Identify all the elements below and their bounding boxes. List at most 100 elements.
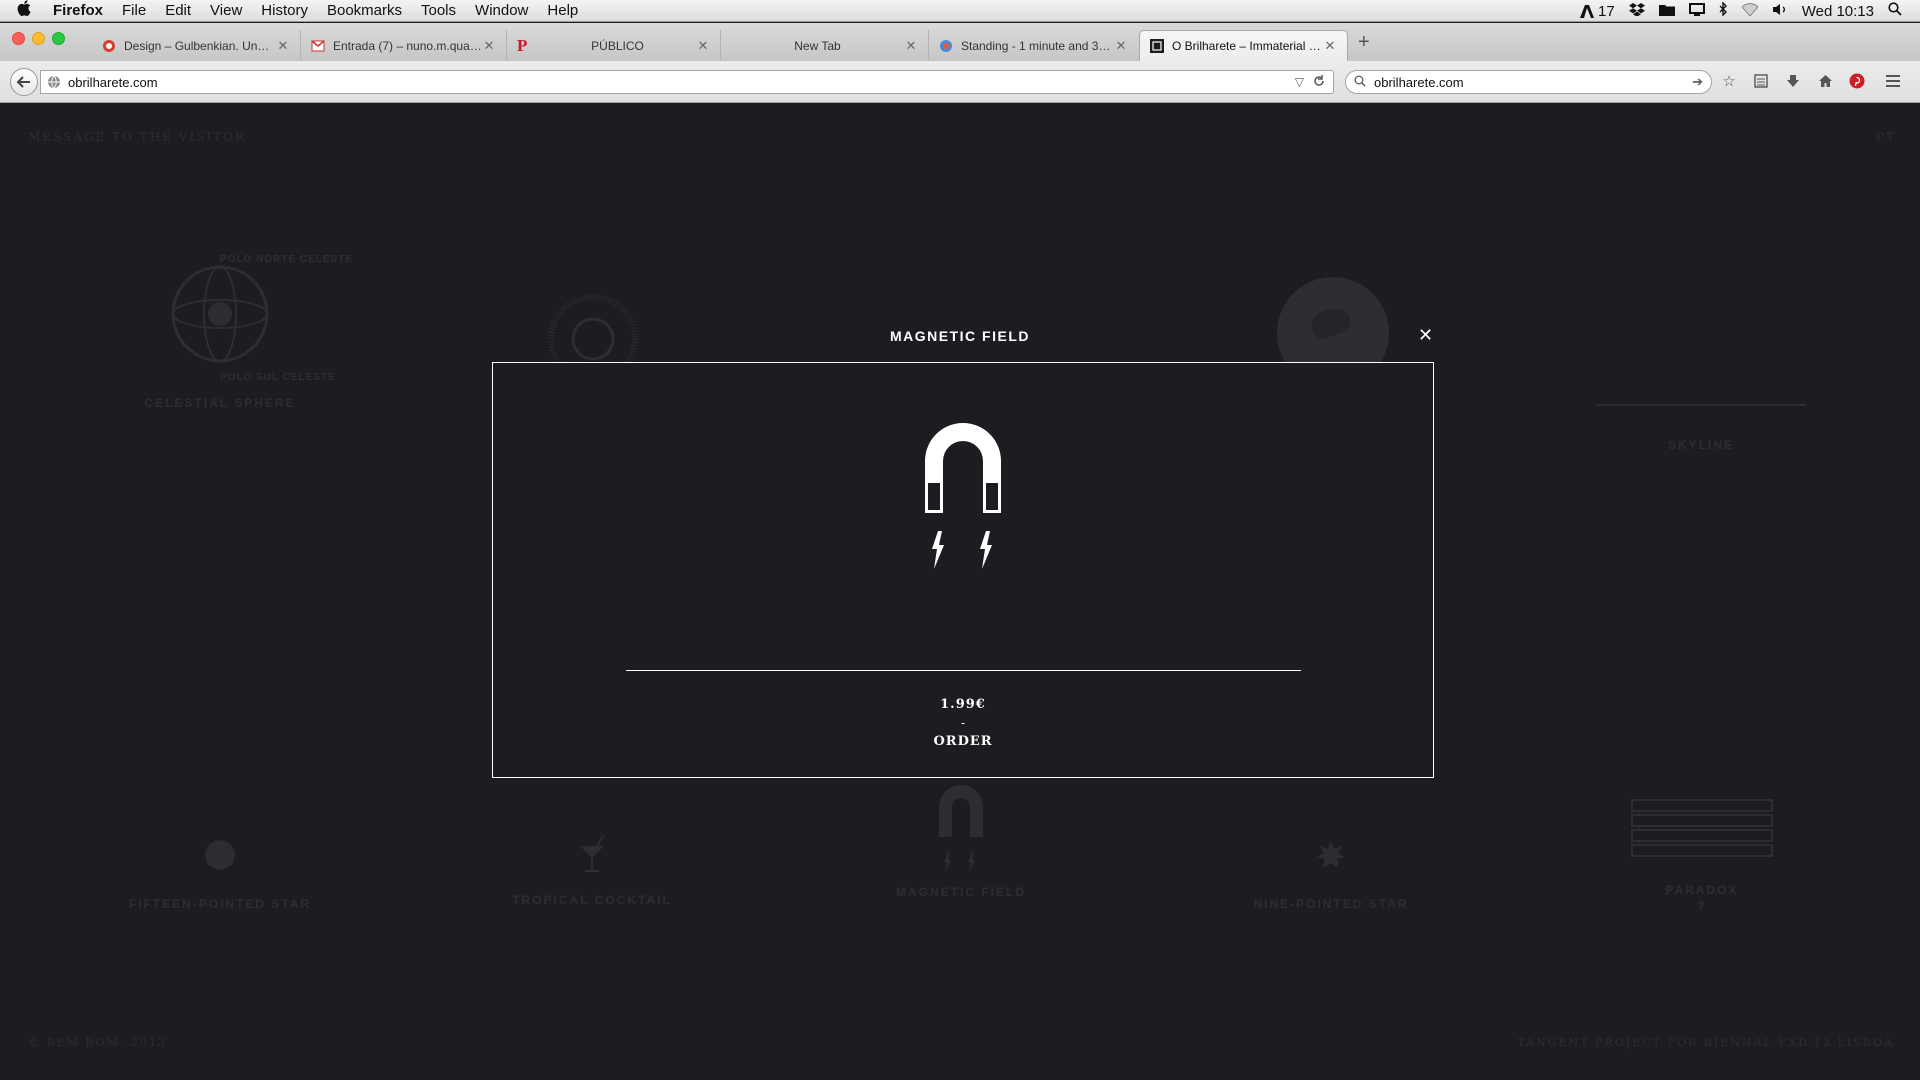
tropical-cocktail-label: TROPICAL COCKTAIL <box>512 893 672 907</box>
menu-view[interactable]: View <box>210 2 242 19</box>
menu-tools[interactable]: Tools <box>421 2 456 19</box>
tab-brilharete[interactable]: O Brilharete – Immaterial … ✕ <box>1139 30 1348 61</box>
fifteen-pointed-star-icon <box>205 840 235 870</box>
url-dropdown-icon[interactable]: ▽ <box>1295 75 1304 90</box>
tab-standing[interactable]: Standing - 1 minute and 3… ✕ <box>928 30 1138 61</box>
tab-gulbenkian[interactable]: Design – Gulbenkian. Unp… ✕ <box>92 30 300 61</box>
standing-icon <box>940 39 952 52</box>
spotlight-icon[interactable] <box>1888 2 1902 20</box>
nine-pointed-star-icon <box>1317 841 1345 868</box>
adobe-icon[interactable]: 17 <box>1580 3 1615 20</box>
window-minimize-button[interactable] <box>32 32 45 45</box>
window-close-button[interactable] <box>12 32 25 45</box>
back-button[interactable] <box>10 68 38 96</box>
bookmarks-list-icon[interactable] <box>1752 72 1770 90</box>
site-identity-icon[interactable] <box>47 75 61 89</box>
downloads-icon[interactable] <box>1784 72 1802 90</box>
globe-icon <box>1277 277 1389 389</box>
magnetic-field-bg-icon <box>939 785 983 872</box>
web-page: MESSAGE TO THE VISITOR PT POLO NORTE CEL… <box>0 104 1920 1080</box>
tab-publico[interactable]: P PÚBLICO ✕ <box>506 30 720 61</box>
brilharete-icon <box>1150 39 1164 53</box>
search-bar[interactable]: obrilharete.com ➔ <box>1345 70 1712 94</box>
tab-close-icon[interactable]: ✕ <box>696 38 710 54</box>
tab-new-tab[interactable]: New Tab ✕ <box>720 30 928 61</box>
item-globe[interactable] <box>1276 276 1390 389</box>
menu-hamburger-icon[interactable] <box>1884 72 1902 90</box>
tab-title: Design – Gulbenkian. Unp… <box>124 38 276 53</box>
publico-icon: P <box>517 35 528 55</box>
celestial-sphere-label: CELESTIAL SPHERE <box>144 396 296 410</box>
paradox-icon <box>1631 799 1773 857</box>
modal-title: MAGNETIC FIELD <box>890 328 1030 344</box>
menu-help[interactable]: Help <box>547 2 578 19</box>
gulbenkian-icon <box>103 39 115 52</box>
tab-title: PÚBLICO <box>591 38 644 53</box>
order-button[interactable]: ORDER <box>493 734 1433 749</box>
new-tab-button[interactable]: + <box>1358 31 1370 54</box>
tab-title: New Tab <box>794 38 841 53</box>
search-input[interactable]: obrilharete.com <box>1374 75 1692 90</box>
app-menu-firefox[interactable]: Firefox <box>53 2 103 19</box>
back-arrow-icon <box>17 76 30 88</box>
status-area: 17 Wed 10:13 <box>1580 0 1902 22</box>
nine-pointed-star-label: NINE-POINTED STAR <box>1253 897 1409 911</box>
tab-close-icon[interactable]: ✕ <box>904 38 918 54</box>
modal-divider <box>626 670 1301 671</box>
tab-strip: Design – Gulbenkian. Unp… ✕ Entrada (7) … <box>0 23 1920 61</box>
bookmark-star-icon[interactable]: ☆ <box>1720 72 1738 90</box>
modal-close-icon[interactable]: ✕ <box>1418 326 1433 344</box>
tab-close-icon[interactable]: ✕ <box>276 38 290 54</box>
menu-bookmarks[interactable]: Bookmarks <box>327 2 402 19</box>
url-text[interactable]: obrilharete.com <box>68 75 1295 90</box>
paradox-label: PARADOX <box>1665 883 1739 897</box>
item-fifteen-pointed-star[interactable]: FIFTEEN-POINTED STAR <box>120 840 320 911</box>
bluetooth-icon[interactable] <box>1719 1 1728 20</box>
item-nine-pointed-star[interactable]: NINE-POINTED STAR <box>1231 840 1431 911</box>
tab-close-icon[interactable]: ✕ <box>1114 38 1128 54</box>
item-magnetic-field[interactable]: MAGNETIC FIELD <box>861 782 1061 899</box>
item-paradox[interactable]: PARADOX ? <box>1630 798 1774 913</box>
celestial-south-label: POLO SUL CELESTE <box>220 372 336 383</box>
footer-project-credit[interactable]: TANGENT PROJECT FOR BIENNAL EXD'13 LISBO… <box>1518 1036 1895 1049</box>
menubar: Firefox File Edit View History Bookmarks… <box>0 0 1920 22</box>
skyline-line <box>1596 404 1806 406</box>
language-link-pt[interactable]: PT <box>1876 130 1896 144</box>
tab-title: Entrada (7) – nuno.m.qua… <box>333 38 482 53</box>
search-go-icon[interactable]: ➔ <box>1692 74 1703 90</box>
item-tropical-cocktail[interactable]: TROPICAL COCKTAIL <box>492 834 692 907</box>
tab-title: O Brilharete – Immaterial … <box>1172 39 1321 53</box>
home-icon[interactable] <box>1816 72 1834 90</box>
volume-icon[interactable] <box>1772 3 1788 20</box>
item-skyline[interactable]: SKYLINE <box>1596 404 1806 454</box>
search-icon <box>1354 75 1368 90</box>
gmail-icon <box>311 39 325 51</box>
tropical-cocktail-icon <box>580 835 604 872</box>
menubar-clock[interactable]: Wed 10:13 <box>1802 3 1874 20</box>
menu-history[interactable]: History <box>261 2 308 19</box>
navigation-bar: obrilharete.com ▽ obrilharete.com ➔ ☆ <box>0 61 1920 103</box>
message-to-visitor-link[interactable]: MESSAGE TO THE VISITOR <box>28 130 246 144</box>
skyline-label: SKYLINE <box>1667 438 1734 452</box>
dropbox-icon[interactable] <box>1628 2 1645 20</box>
window-zoom-button[interactable] <box>52 32 65 45</box>
wifi-icon[interactable] <box>1741 2 1758 20</box>
tab-close-icon[interactable]: ✕ <box>1323 38 1337 54</box>
footer-copyright: © BEM BOM, 2013 <box>28 1036 167 1049</box>
tab-gmail[interactable]: Entrada (7) – nuno.m.qua… ✕ <box>300 30 506 61</box>
url-bar[interactable]: obrilharete.com ▽ <box>40 70 1334 94</box>
reload-icon[interactable] <box>1313 74 1325 90</box>
tab-close-icon[interactable]: ✕ <box>482 38 496 54</box>
paradox-question: ? <box>1697 899 1707 913</box>
menu-window[interactable]: Window <box>475 2 528 19</box>
product-price: 1.99€ <box>940 697 986 712</box>
menu-edit[interactable]: Edit <box>165 2 191 19</box>
adobe-badge-count: 17 <box>1598 2 1615 20</box>
folder-icon[interactable] <box>1658 3 1675 20</box>
product-modal: 1.99€ - ORDER <box>492 362 1434 778</box>
tab-title: Standing - 1 minute and 3… <box>961 38 1111 53</box>
apple-icon[interactable] <box>17 0 39 21</box>
menu-file[interactable]: File <box>122 2 146 19</box>
display-icon[interactable] <box>1688 2 1705 20</box>
pinterest-icon[interactable] <box>1848 72 1866 90</box>
